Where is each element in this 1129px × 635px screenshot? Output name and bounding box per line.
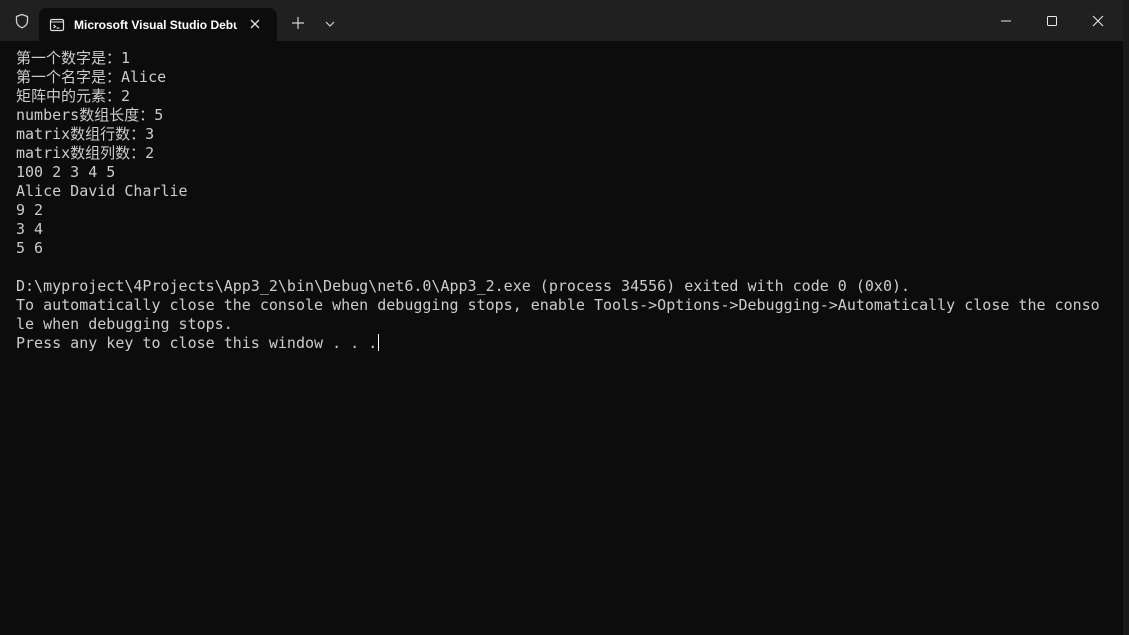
close-tab-icon[interactable] (247, 16, 263, 32)
desktop-edge (1123, 0, 1129, 635)
console-line: numbers数组长度：5 (16, 106, 164, 124)
console-prompt-line: Press any key to close this window . . . (16, 334, 1116, 353)
scrollbar[interactable] (1116, 41, 1122, 635)
console-line: le when debugging stops. (16, 315, 233, 333)
console-line: 第一个数字是：1 (16, 49, 131, 67)
title-bar[interactable]: Microsoft Visual Studio Debug Console (0, 0, 1123, 41)
close-window-button[interactable] (1090, 13, 1106, 29)
text-cursor (378, 334, 380, 351)
maximize-button[interactable] (1044, 13, 1060, 29)
console-line: 9 2 (16, 201, 44, 219)
console-line: To automatically close the console when … (16, 296, 1100, 314)
console-prompt-text: Press any key to close this window . . . (16, 334, 378, 352)
console-line: 5 6 (16, 239, 44, 257)
terminal-icon (49, 18, 65, 32)
chevron-down-icon[interactable] (324, 19, 336, 29)
terminal-window: Microsoft Visual Studio Debug Console 第一… (0, 0, 1124, 635)
console-line: 矩阵中的元素：2 (16, 87, 131, 105)
console-line: D:\myproject\4Projects\App3_2\bin\Debug\… (16, 277, 911, 295)
console-line: matrix数组列数：2 (16, 144, 155, 162)
console-line: 100 2 3 4 5 (16, 163, 116, 181)
console-line: Alice David Charlie (16, 182, 188, 200)
console-output[interactable]: 第一个数字是：1 第一个名字是：Alice 矩阵中的元素：2 numbers数组… (16, 49, 1116, 353)
console-line: matrix数组行数：3 (16, 125, 155, 143)
tab-debug-console[interactable]: Microsoft Visual Studio Debug Console (39, 8, 277, 41)
new-tab-button[interactable] (291, 16, 305, 30)
shield-icon (15, 13, 29, 29)
tab-title: Microsoft Visual Studio Debug Console (74, 18, 237, 32)
minimize-button[interactable] (998, 13, 1014, 29)
console-line: 第一个名字是：Alice (16, 68, 167, 86)
console-line: 3 4 (16, 220, 44, 238)
